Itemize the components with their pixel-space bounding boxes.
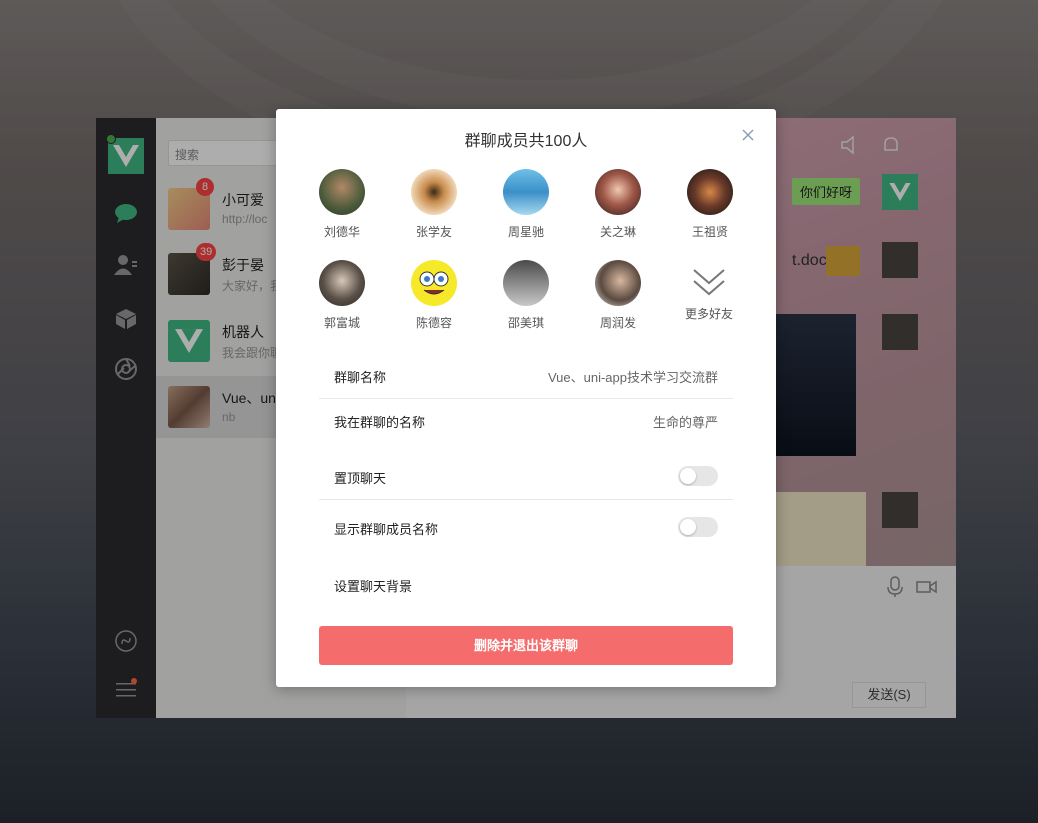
chat-background-label: 设置聊天背景 — [334, 579, 413, 594]
member-item[interactable]: 张学友 — [399, 169, 469, 240]
toggle-knob — [680, 519, 696, 535]
more-friends-button[interactable]: 更多好友 — [679, 267, 739, 322]
avatar — [411, 169, 457, 215]
pin-chat-row: 置顶聊天 — [319, 454, 733, 500]
avatar — [319, 169, 365, 215]
double-chevron-down-icon — [691, 267, 727, 299]
member-name: 周润发 — [599, 316, 636, 330]
toggle-knob — [680, 468, 696, 484]
chat-background-row[interactable]: 设置聊天背景 — [319, 562, 733, 608]
member-name: 关之琳 — [599, 225, 636, 239]
member-name: 王祖贤 — [691, 225, 728, 239]
member-name: 陈德容 — [415, 316, 452, 330]
member-item[interactable]: 关之琳 — [583, 169, 653, 240]
member-name: 周星驰 — [507, 225, 544, 239]
member-item[interactable]: 周星驰 — [491, 169, 561, 240]
member-item[interactable]: 刘德华 — [307, 169, 377, 240]
dialog-title: 群聊成员共100人 — [464, 133, 588, 150]
group-name-value: Vue、uni-app技术学习交流群 — [547, 370, 718, 385]
member-item[interactable]: 陈德容 — [399, 260, 469, 331]
member-name: 邵美琪 — [507, 316, 544, 330]
member-item[interactable]: 周润发 — [583, 260, 653, 331]
avatar — [595, 169, 641, 215]
my-nickname-row[interactable]: 我在群聊的名称 生命的尊严 — [319, 398, 733, 444]
my-nickname-value: 生命的尊严 — [652, 415, 718, 430]
member-name: 张学友 — [415, 225, 452, 239]
my-nickname-label: 我在群聊的名称 — [334, 415, 426, 430]
close-icon[interactable] — [740, 127, 756, 143]
avatar — [595, 260, 641, 306]
avatar — [411, 260, 457, 306]
pin-chat-toggle[interactable] — [678, 466, 718, 486]
more-friends-label: 更多好友 — [684, 307, 733, 321]
group-name-label: 群聊名称 — [334, 370, 387, 385]
member-name: 郭富城 — [323, 316, 360, 330]
member-item[interactable]: 王祖贤 — [675, 169, 745, 240]
member-item[interactable]: 郭富城 — [307, 260, 377, 331]
show-member-names-label: 显示群聊成员名称 — [334, 522, 439, 537]
avatar — [319, 260, 365, 306]
group-info-dialog: 群聊成员共100人 刘德华 张学友 周星驰 关之琳 王祖贤 郭富城 陈德容 邵美… — [276, 109, 776, 687]
member-name: 刘德华 — [323, 225, 360, 239]
avatar — [687, 169, 733, 215]
avatar — [503, 169, 549, 215]
delete-and-exit-button[interactable]: 删除并退出该群聊 — [319, 626, 733, 665]
group-name-row[interactable]: 群聊名称 Vue、uni-app技术学习交流群 — [319, 353, 733, 399]
avatar — [503, 260, 549, 306]
show-member-names-row: 显示群聊成员名称 — [319, 505, 733, 551]
pin-chat-label: 置顶聊天 — [334, 471, 387, 486]
show-member-names-toggle[interactable] — [678, 517, 718, 537]
member-item[interactable]: 邵美琪 — [491, 260, 561, 331]
